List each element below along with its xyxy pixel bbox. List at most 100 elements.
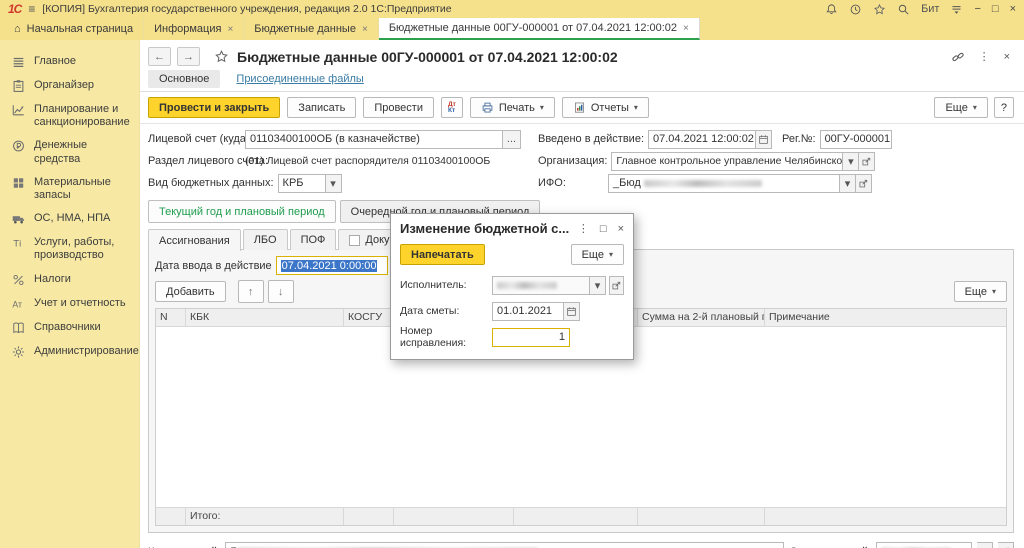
home-icon: ⌂ (14, 23, 21, 35)
more-button[interactable]: Еще ▾ (934, 97, 987, 118)
notifications-bell-icon[interactable] (825, 3, 838, 16)
entry-date-label: Дата ввода в действие (155, 260, 272, 272)
tab-label: Начальная страница (27, 23, 133, 35)
move-up-button[interactable]: ↑ (238, 280, 264, 303)
restore-button[interactable]: □ (992, 3, 999, 15)
tab-home[interactable]: ⌂ Начальная страница (4, 18, 144, 40)
dialog-maximize-icon[interactable]: □ (600, 223, 607, 235)
estimate-date-input[interactable]: 01.01.2021 (492, 302, 564, 321)
open-form-icon[interactable] (609, 276, 624, 295)
calendar-icon[interactable] (564, 302, 580, 321)
sidebar-item-label: Услуги, работы, производство (34, 236, 133, 262)
close-window-button[interactable]: × (1010, 3, 1016, 15)
caret-down-icon: ▾ (992, 287, 996, 296)
sidebar-item-administration[interactable]: Администрирование (0, 340, 139, 364)
column-header: N (156, 309, 186, 327)
budget-estimate-change-dialog: Изменение бюджетной с... ⋮ □ × Напечатат… (390, 213, 634, 360)
dialog-close-icon[interactable]: × (618, 223, 624, 235)
executor-dropdown[interactable]: ▾ (590, 276, 605, 295)
ifo-input[interactable]: _Бюд (608, 174, 840, 193)
calendar-icon[interactable] (756, 130, 772, 149)
regno-input[interactable]: 00ГУ-000001 (820, 130, 892, 149)
bit-service-menu[interactable]: Бит (921, 3, 939, 15)
back-button[interactable]: ← (148, 47, 171, 66)
account-select-button[interactable]: ... (503, 130, 521, 149)
period-current-year-button[interactable]: Текущий год и плановый период (148, 200, 336, 223)
more-vertical-icon[interactable]: ⋮ (979, 50, 990, 63)
print-button[interactable]: Печать ▾ (470, 97, 555, 118)
search-icon[interactable] (897, 3, 910, 16)
ifo-dropdown[interactable]: ▾ (840, 174, 856, 193)
close-tab-icon[interactable]: × (683, 23, 689, 34)
responsible-dropdown[interactable]: ▾ (977, 542, 993, 548)
organization-dropdown[interactable]: ▾ (843, 152, 859, 171)
responsible-input[interactable] (876, 542, 972, 548)
dialog-more-button[interactable]: Еще ▾ (571, 244, 624, 265)
checkbox-icon[interactable] (349, 235, 360, 246)
tab-pof[interactable]: ПОФ (290, 229, 337, 250)
table-more-button[interactable]: Еще ▾ (954, 281, 1007, 302)
executor-input[interactable] (492, 276, 590, 295)
tab-assignations[interactable]: Ассигнования (148, 229, 241, 251)
tab-information[interactable]: Информация × (144, 18, 244, 40)
print-estimate-button[interactable]: Напечатать (400, 244, 485, 265)
favorite-star-icon[interactable] (214, 49, 229, 64)
sidebar-item-organizer[interactable]: Органайзер (0, 74, 139, 98)
save-button[interactable]: Записать (287, 97, 356, 118)
account-input[interactable]: 01103400100ОБ (в казначействе) (245, 130, 503, 149)
sidebar-item-money[interactable]: Денежные средства (0, 134, 139, 170)
column-header: КБК (186, 309, 344, 327)
document-toolbar: Провести и закрыть Записать Провести Дт … (140, 92, 1024, 124)
close-tab-icon[interactable]: × (227, 24, 233, 35)
add-row-button[interactable]: Добавить (155, 281, 226, 302)
comment-input[interactable]: Г (225, 542, 784, 548)
forward-button[interactable]: → (177, 47, 200, 66)
button-label: Напечатать (411, 249, 474, 261)
close-tab-icon[interactable]: × (362, 24, 368, 35)
open-form-icon[interactable] (859, 152, 875, 171)
dtkt-postings-button[interactable]: Дт Кт (441, 97, 463, 118)
dialog-more-vertical-icon[interactable]: ⋮ (578, 222, 589, 235)
close-document-icon[interactable]: × (1004, 51, 1010, 63)
history-clock-icon[interactable] (849, 3, 862, 16)
redacted-text (497, 282, 557, 289)
move-down-button[interactable]: ↓ (268, 280, 294, 303)
sidebar-item-main[interactable]: Главное (0, 50, 139, 74)
sidebar-item-materials[interactable]: Материальные запасы (0, 171, 139, 207)
entry-date-input[interactable]: 07.04.2021 0:00:00 (276, 256, 388, 275)
sidebar-item-references[interactable]: Справочники (0, 316, 139, 340)
open-form-icon[interactable] (856, 174, 872, 193)
nav-link-attached-files[interactable]: Присоединенные файлы (236, 73, 363, 85)
copy-link-icon[interactable] (951, 50, 965, 64)
tab-budget-data-document[interactable]: Бюджетные данные 00ГУ-000001 от 07.04.20… (379, 18, 700, 40)
budget-kind-input[interactable]: КРБ (278, 174, 326, 193)
budget-kind-dropdown[interactable]: ▾ (326, 174, 342, 193)
minimize-button[interactable]: − (974, 3, 980, 15)
post-and-close-button[interactable]: Провести и закрыть (148, 97, 280, 118)
tab-budget-data-list[interactable]: Бюджетные данные × (244, 18, 379, 40)
tab-lbo[interactable]: ЛБО (243, 229, 288, 250)
open-form-icon[interactable] (998, 542, 1014, 548)
effective-date-input[interactable]: 07.04.2021 12:00:02 (648, 130, 756, 149)
sidebar-item-taxes[interactable]: Налоги (0, 268, 139, 292)
nav-tab-main[interactable]: Основное (148, 70, 220, 88)
button-label: Записать (298, 102, 345, 114)
service-settings-icon[interactable] (950, 3, 963, 16)
help-button[interactable]: ? (994, 97, 1014, 118)
button-label: Отчеты (591, 102, 629, 114)
account-label: Лицевой счет (куда): (148, 133, 241, 145)
correction-number-input[interactable]: 1 (492, 328, 570, 347)
sidebar-item-fixed-assets[interactable]: ОС, НМА, НПА (0, 207, 139, 231)
button-label: Добавить (166, 286, 215, 298)
sidebar-item-planning[interactable]: Планирование и санкционирование (0, 98, 139, 134)
sidebar-item-accounting[interactable]: Учет и отчетность (0, 292, 139, 316)
favorites-star-icon[interactable] (873, 3, 886, 16)
caret-down-icon: ▾ (634, 103, 638, 112)
sidebar-item-services[interactable]: Услуги, работы, производство (0, 231, 139, 267)
organization-input[interactable]: Главное контрольное управление Челябинск… (611, 152, 843, 171)
tab-label: ЛБО (254, 234, 277, 246)
main-menu-icon[interactable]: ≡ (28, 2, 35, 16)
reports-button[interactable]: Отчеты ▾ (562, 97, 649, 118)
post-button[interactable]: Провести (363, 97, 434, 118)
executor-label: Исполнитель: (400, 279, 492, 291)
